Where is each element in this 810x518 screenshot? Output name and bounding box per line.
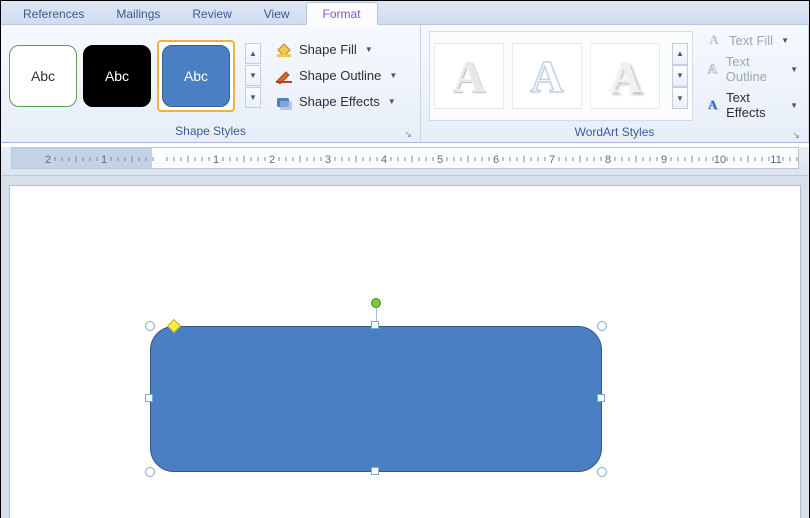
group-shape-styles: Abc Abc Abc ▲ ▼ ▼ Shape Fill ▼ <box>1 25 421 142</box>
ruler-ticks: 211234567891011 <box>12 148 798 169</box>
text-fill-icon: A <box>705 32 723 48</box>
resize-handle-ml[interactable] <box>145 394 153 402</box>
resize-handle-tl[interactable] <box>145 321 155 331</box>
svg-text:1: 1 <box>213 154 219 166</box>
horizontal-ruler[interactable]: 211234567891011 <box>11 147 799 169</box>
text-effects-button[interactable]: A Text Effects ▼ <box>703 89 800 121</box>
group-wordart-styles: A A A ▲ ▼ ▼ A Text Fill ▼ A Text Outline <box>421 25 809 142</box>
tab-strip: References Mailings Review View Format <box>1 1 809 25</box>
chevron-down-icon: ▼ <box>365 45 373 54</box>
text-outline-icon: A <box>705 61 720 77</box>
svg-text:6: 6 <box>493 154 499 166</box>
text-outline-label: Text Outline <box>726 54 782 84</box>
svg-text:11: 11 <box>770 154 781 166</box>
wordart-gallery-spinner: ▲ ▼ ▼ <box>672 43 688 109</box>
shape-fill-button[interactable]: Shape Fill ▼ <box>271 40 401 60</box>
shape-effects-button[interactable]: Shape Effects ▼ <box>271 92 401 112</box>
bucket-icon <box>275 42 293 58</box>
a-glyph: A <box>530 50 563 103</box>
a-glyph: A <box>608 50 641 103</box>
chevron-down-icon: ▼ <box>388 97 396 106</box>
dialog-launcher-icon[interactable] <box>402 126 414 138</box>
rotation-handle[interactable] <box>371 298 381 308</box>
svg-text:1: 1 <box>101 154 107 166</box>
shape-style-item-3: Abc <box>162 45 230 107</box>
page-area <box>1 176 809 518</box>
group-label-text: WordArt Styles <box>575 125 655 139</box>
gallery-spinner: ▲ ▼ ▼ <box>245 43 261 109</box>
text-outline-button[interactable]: A Text Outline ▼ <box>703 53 800 85</box>
shape-effects-label: Shape Effects <box>299 94 380 109</box>
group-label-text: Shape Styles <box>175 124 246 138</box>
ribbon: Abc Abc Abc ▲ ▼ ▼ Shape Fill ▼ <box>1 25 809 143</box>
effects-icon <box>275 94 293 110</box>
ruler-area: 211234567891011 <box>1 147 809 176</box>
wordart-row-down[interactable]: ▼ <box>672 65 688 87</box>
shape-style-item-selected[interactable]: Abc <box>157 40 235 112</box>
svg-text:3: 3 <box>325 154 331 166</box>
resize-handle-br[interactable] <box>597 467 607 477</box>
group-label-shape-styles: Shape Styles <box>1 122 420 142</box>
shape-outline-label: Shape Outline <box>299 68 381 83</box>
wordart-more[interactable]: ▼ <box>672 87 688 109</box>
text-fill-label: Text Fill <box>729 33 773 48</box>
svg-text:9: 9 <box>661 154 667 166</box>
dialog-launcher-icon[interactable] <box>790 127 802 139</box>
svg-text:2: 2 <box>45 154 51 166</box>
resize-handle-tm[interactable] <box>371 321 379 329</box>
svg-text:5: 5 <box>437 154 443 166</box>
resize-handle-mr[interactable] <box>597 394 605 402</box>
tab-view[interactable]: View <box>248 3 306 24</box>
svg-text:8: 8 <box>605 154 611 166</box>
gallery-more[interactable]: ▼ <box>245 87 261 109</box>
tab-references[interactable]: References <box>7 3 100 24</box>
tab-mailings[interactable]: Mailings <box>100 3 176 24</box>
gallery-row-down[interactable]: ▼ <box>245 65 261 87</box>
resize-handle-tr[interactable] <box>597 321 607 331</box>
wordart-item-2[interactable]: A <box>512 43 582 109</box>
wordart-row-up[interactable]: ▲ <box>672 43 688 65</box>
resize-handle-bl[interactable] <box>145 467 155 477</box>
selected-shape[interactable] <box>150 326 602 472</box>
shape-style-item-2[interactable]: Abc <box>83 45 151 107</box>
svg-text:2: 2 <box>269 154 275 166</box>
svg-text:10: 10 <box>714 154 726 166</box>
resize-handle-bm[interactable] <box>371 467 379 475</box>
shape-fill-label: Shape Fill <box>299 42 357 57</box>
group-label-wordart: WordArt Styles <box>421 123 808 143</box>
shape-style-gallery[interactable]: Abc Abc Abc ▲ ▼ ▼ <box>9 31 261 120</box>
tab-format[interactable]: Format <box>306 2 378 25</box>
svg-text:4: 4 <box>381 154 387 166</box>
chevron-down-icon: ▼ <box>790 101 798 110</box>
chevron-down-icon: ▼ <box>389 71 397 80</box>
pen-icon <box>275 68 293 84</box>
wordart-gallery[interactable]: A A A ▲ ▼ ▼ <box>429 31 693 121</box>
wordart-item-3[interactable]: A <box>590 43 660 109</box>
svg-text:7: 7 <box>549 154 555 166</box>
text-effects-icon: A <box>705 97 720 113</box>
tab-review[interactable]: Review <box>176 3 247 24</box>
shape-style-menu: Shape Fill ▼ Shape Outline ▼ Shape Effec… <box>271 31 401 120</box>
gallery-row-up[interactable]: ▲ <box>245 43 261 65</box>
chevron-down-icon: ▼ <box>790 65 798 74</box>
document-page[interactable] <box>10 186 800 518</box>
wordart-item-1[interactable]: A <box>434 43 504 109</box>
chevron-down-icon: ▼ <box>781 36 789 45</box>
shape-style-item-1[interactable]: Abc <box>9 45 77 107</box>
a-glyph: A <box>452 50 485 103</box>
wordart-menu: A Text Fill ▼ A Text Outline ▼ A Text Ef… <box>703 31 800 121</box>
shape-outline-button[interactable]: Shape Outline ▼ <box>271 66 401 86</box>
text-fill-button[interactable]: A Text Fill ▼ <box>703 31 800 49</box>
text-effects-label: Text Effects <box>726 90 782 120</box>
